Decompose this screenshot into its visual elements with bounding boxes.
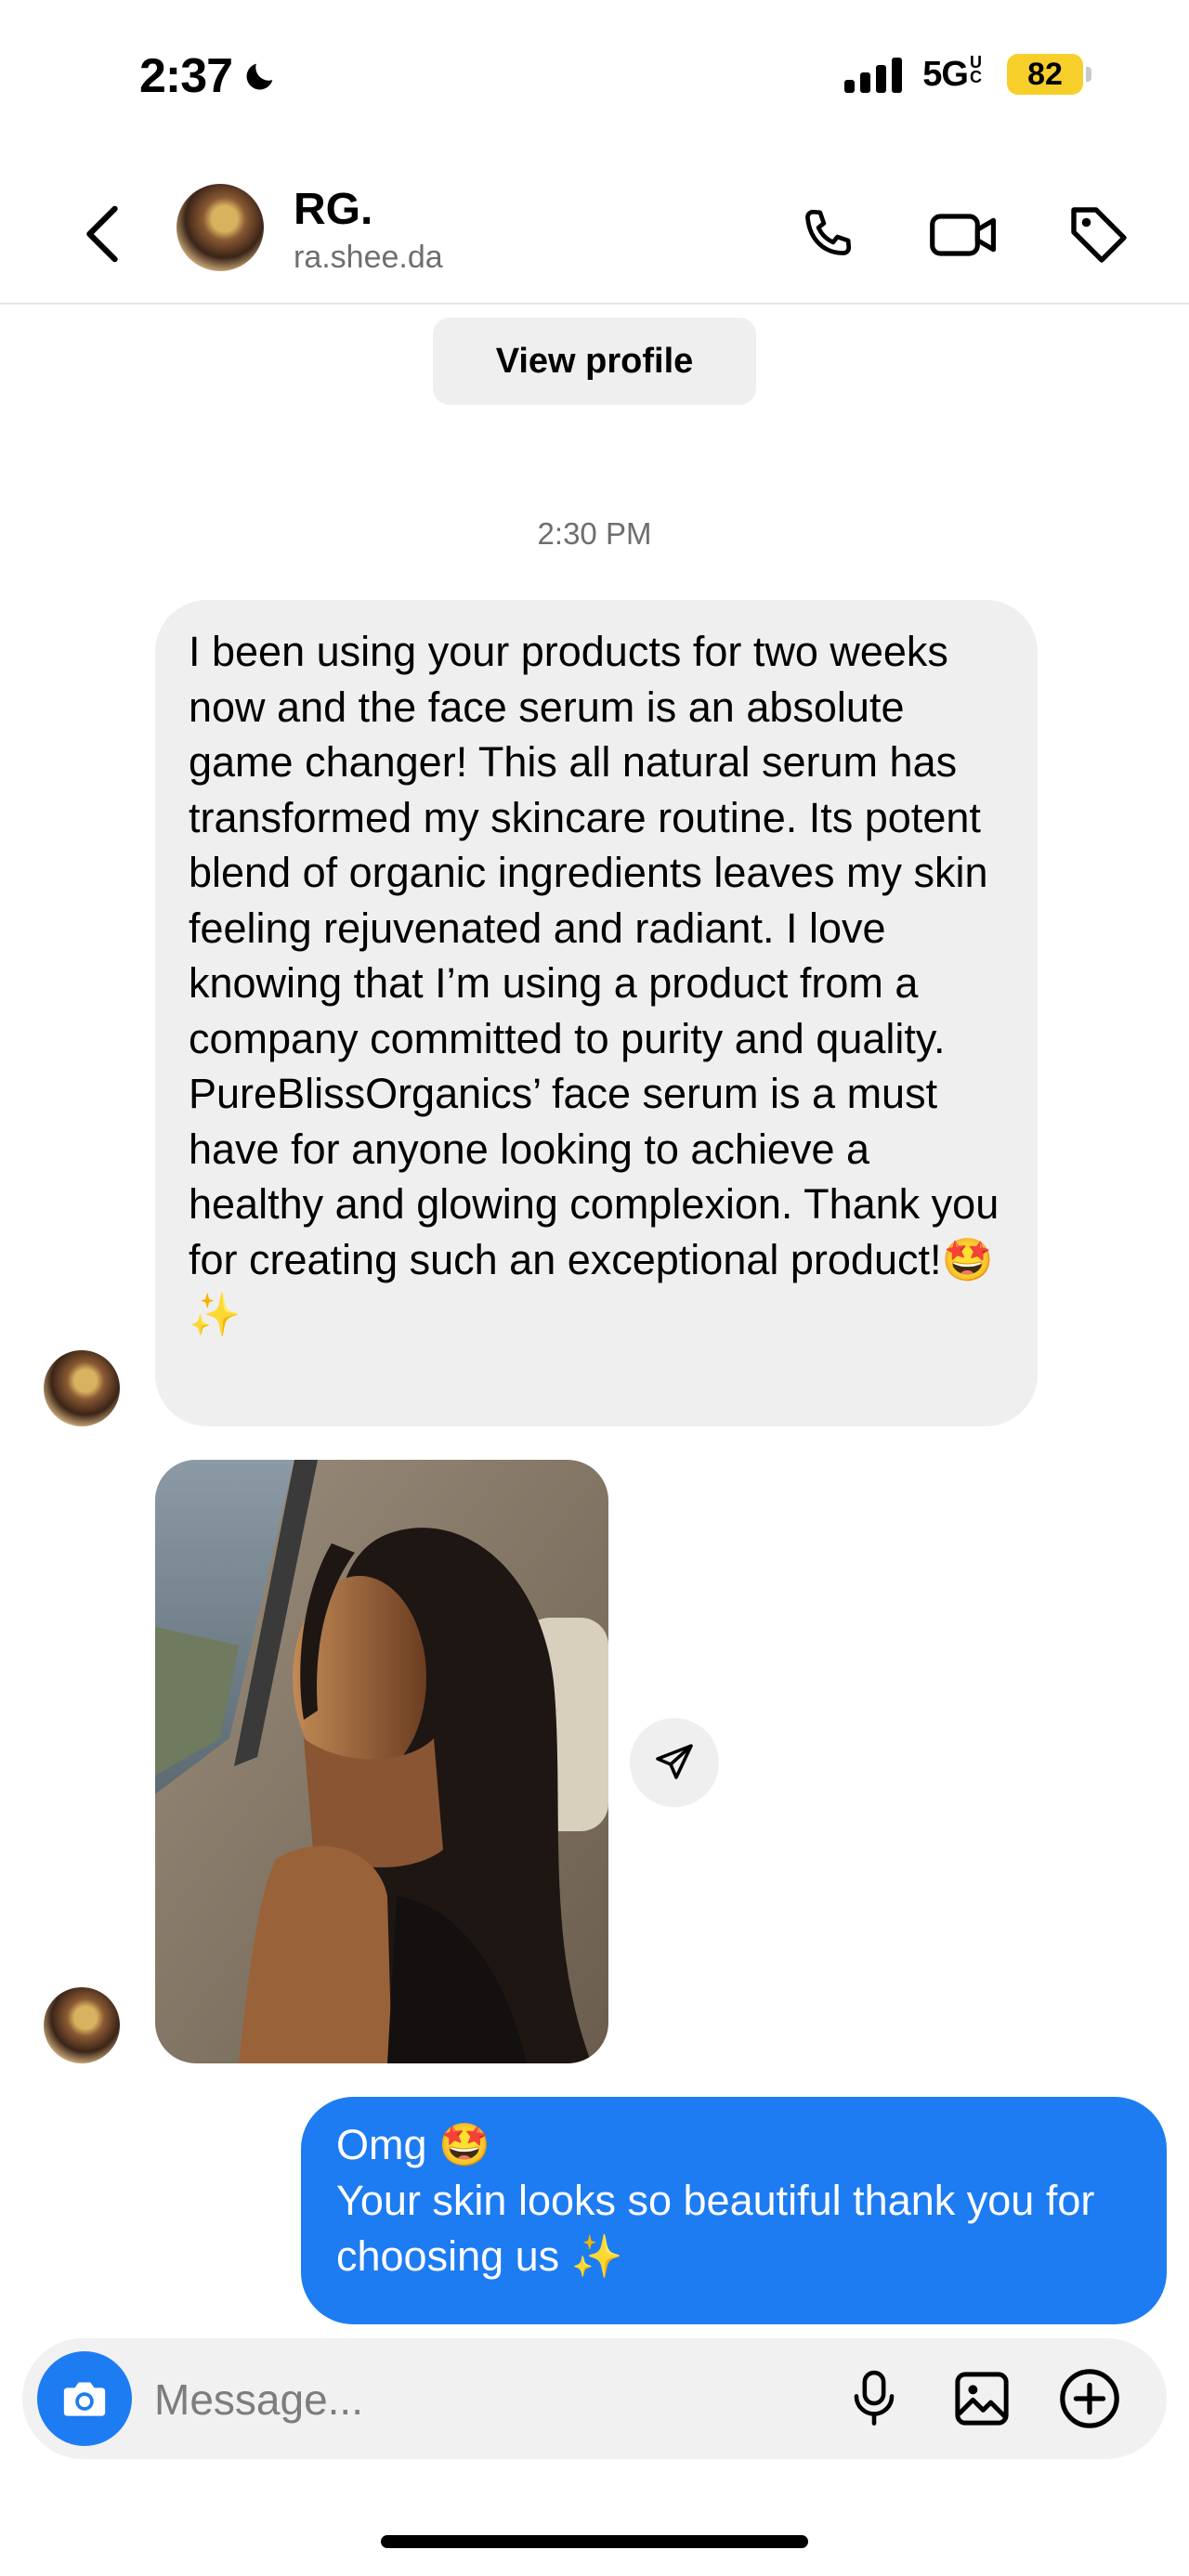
call-button[interactable] (786, 193, 869, 277)
network-label: 5G UC (922, 52, 986, 95)
microphone-icon (854, 2370, 895, 2426)
gallery-button[interactable] (940, 2357, 1024, 2440)
chat-header: RG. ra.shee.da (0, 167, 1189, 305)
phone-icon (805, 209, 852, 255)
gallery-icon (955, 2372, 1009, 2426)
contact-handle[interactable]: ra.shee.da (294, 240, 443, 276)
more-options-button[interactable] (1048, 2357, 1131, 2440)
plus-icon (1060, 2369, 1119, 2428)
incoming-message-bubble[interactable]: I been using your products for two weeks… (155, 600, 1038, 1426)
back-arrow-icon (86, 205, 118, 263)
signal-icon (844, 56, 903, 93)
voice-message-button[interactable] (832, 2357, 916, 2440)
camera-button[interactable] (37, 2351, 132, 2446)
home-indicator[interactable] (381, 2535, 808, 2548)
sender-avatar[interactable] (44, 1987, 120, 2063)
view-profile-button[interactable]: View profile (433, 318, 756, 405)
network-suffix: UC (970, 52, 982, 86)
camera-icon (63, 2382, 106, 2416)
message-timestamp: 2:30 PM (537, 516, 652, 551)
message-text: I been using your products for two weeks… (189, 628, 1000, 1338)
avatar[interactable] (176, 184, 264, 271)
network-text: 5G (922, 54, 969, 94)
battery-icon: 82 (1007, 54, 1091, 95)
photo-image (155, 1460, 608, 2063)
share-button[interactable] (630, 1718, 719, 1807)
outgoing-message-bubble[interactable]: Omg 🤩 Your skin looks so beautiful thank… (301, 2097, 1167, 2324)
message-input[interactable] (152, 2357, 806, 2442)
send-icon (656, 1744, 693, 1779)
battery-level: 82 (1007, 54, 1083, 95)
status-indicators: 5G UC 82 (844, 54, 1091, 95)
shared-photo[interactable] (155, 1460, 608, 2063)
tag-button[interactable] (1057, 193, 1141, 277)
status-time: 2:37 (139, 48, 279, 104)
video-icon (930, 214, 996, 256)
back-button[interactable] (74, 197, 130, 271)
message-text-line: Omg 🤩 (336, 2121, 491, 2168)
contact-name[interactable]: RG. (294, 184, 372, 235)
video-call-button[interactable] (922, 193, 1006, 277)
status-time-text: 2:37 (139, 49, 233, 103)
tag-icon (1071, 207, 1127, 263)
moon-icon (246, 63, 273, 90)
sender-avatar[interactable] (44, 1350, 120, 1426)
message-text-line: Your skin looks so beautiful thank you f… (336, 2177, 1095, 2280)
message-composer (22, 2338, 1167, 2459)
